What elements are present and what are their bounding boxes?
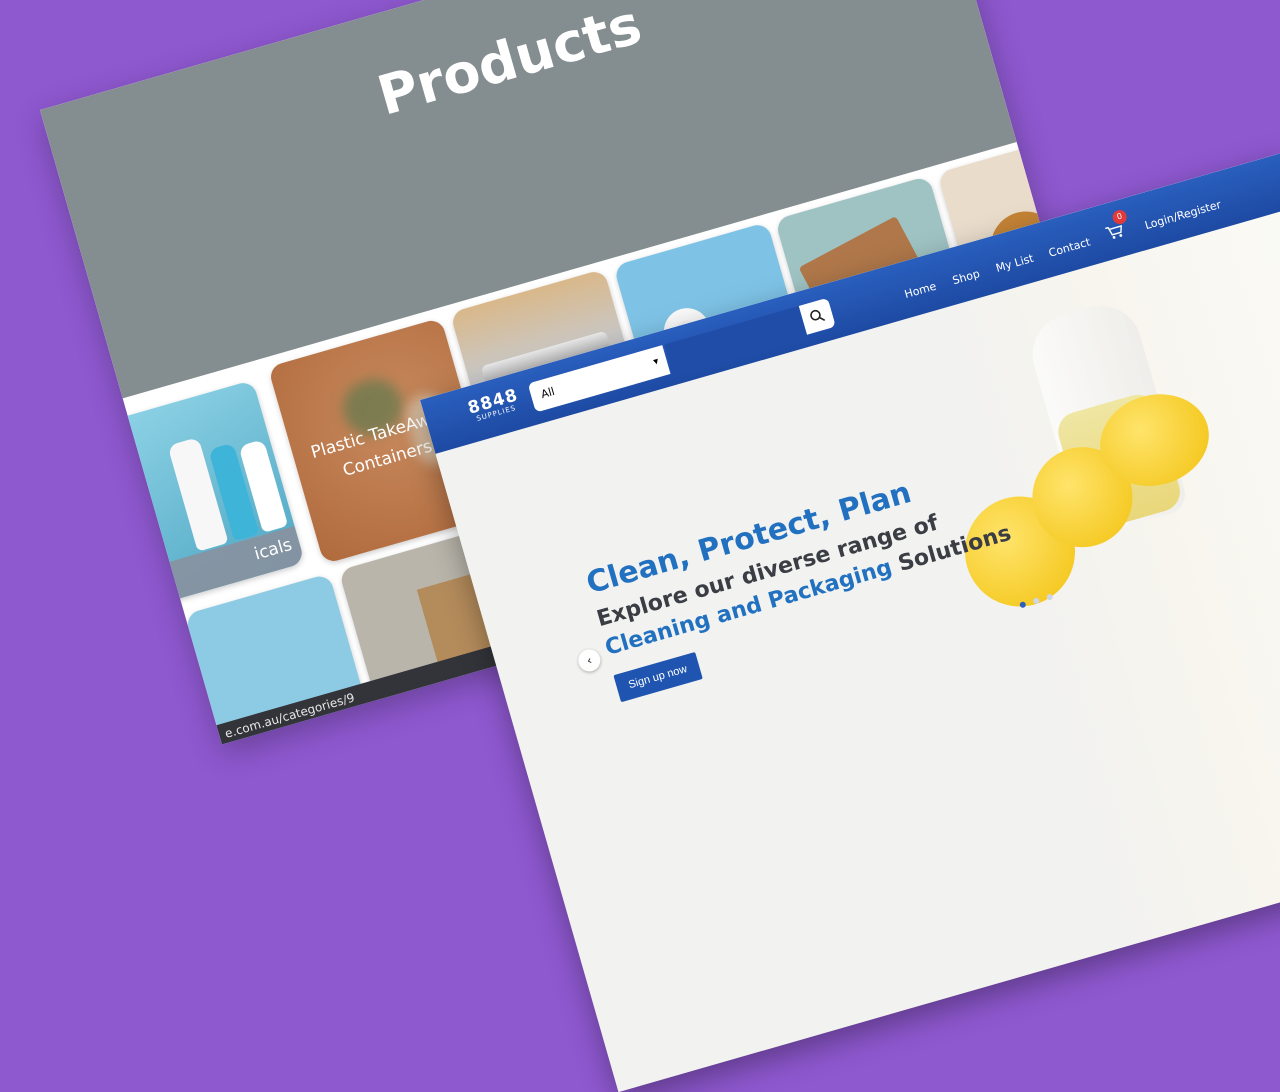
carousel-dot[interactable] [1046, 593, 1054, 601]
sign-up-button[interactable]: Sign up now [613, 652, 703, 703]
carousel-prev-arrow[interactable]: ‹ [575, 646, 603, 675]
category-select-value: All [539, 384, 557, 402]
login-register-link[interactable]: Login/Register [1143, 198, 1222, 232]
carousel-dot[interactable] [1019, 601, 1027, 609]
cart-icon[interactable] [1104, 222, 1126, 242]
nav-my-list[interactable]: My List [994, 252, 1035, 275]
category-tile-chemicals[interactable]: icals [89, 379, 305, 610]
carousel-dot[interactable] [1032, 597, 1040, 605]
nav-contact[interactable]: Contact [1047, 235, 1092, 259]
nav-shop[interactable]: Shop [951, 267, 981, 287]
site-logo[interactable]: 8848 SUPPLIES [466, 385, 522, 424]
search-icon [810, 309, 826, 322]
nav-home[interactable]: Home [903, 280, 938, 301]
chevron-down-icon: ▾ [652, 355, 661, 368]
page-title: Products [370, 0, 649, 128]
